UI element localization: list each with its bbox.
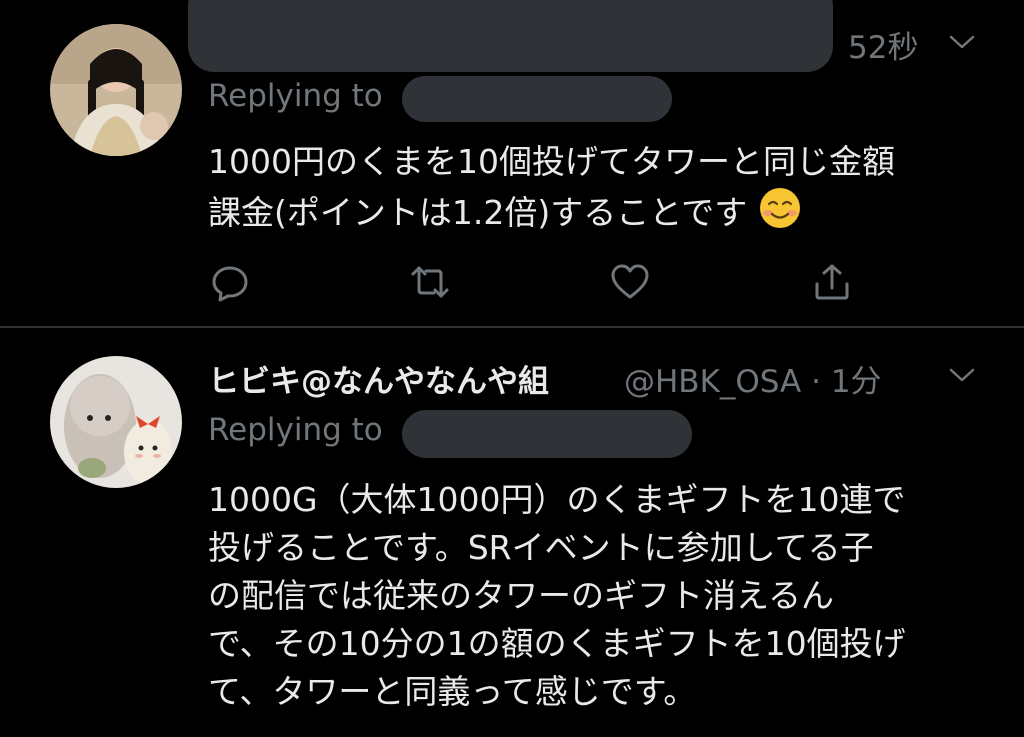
body-line: て、タワーと同義って感じです。	[208, 672, 697, 711]
tweet-reply-2[interactable]: ヒビキ@なんやなんや組 @HBK_OSA · 1分 Replying to 10…	[0, 328, 1024, 737]
body-line: 投げることです。SRイベントに参加してる子	[208, 528, 874, 567]
replying-to-label: Replying to	[208, 78, 383, 114]
avatar[interactable]	[50, 356, 182, 488]
tweet-body: 1000円のくまを10個投げてタワーと同じ金額 課金(ポイントは1.2倍)するこ…	[208, 138, 895, 243]
redacted-username	[188, 0, 833, 72]
reply-icon[interactable]	[210, 262, 250, 302]
smiling-face-icon	[758, 186, 802, 243]
redacted-mention	[402, 410, 692, 458]
chevron-down-icon[interactable]	[945, 32, 979, 52]
replying-to-label: Replying to	[208, 412, 383, 448]
timestamp: 52秒	[848, 30, 919, 66]
share-icon[interactable]	[812, 262, 852, 302]
body-line-text: 課金(ポイントは1.2倍)することです	[208, 193, 748, 232]
like-icon[interactable]	[610, 262, 650, 302]
body-line-2: 課金(ポイントは1.2倍)することです	[208, 186, 895, 243]
body-line: の配信では従来のタワーのギフト消えるん	[208, 576, 835, 615]
body-line: で、その10分の1の額のくまギフトを10個投げ	[208, 624, 906, 663]
display-name[interactable]: ヒビキ@なんやなんや組	[208, 356, 549, 401]
retweet-icon[interactable]	[410, 262, 450, 302]
avatar[interactable]	[50, 24, 182, 156]
redacted-mention	[402, 76, 672, 122]
tweet-body: 1000G（大体1000円）のくまギフトを10連で 投げることです。SRイベント…	[208, 476, 906, 716]
body-line: 1000G（大体1000円）のくまギフトを10連で	[208, 480, 906, 519]
chevron-down-icon[interactable]	[945, 365, 979, 385]
tweet-reply-1[interactable]: 52秒 Replying to 1000円のくまを10個投げてタワーと同じ金額 …	[0, 0, 1024, 328]
body-line: 1000円のくまを10個投げてタワーと同じ金額	[208, 142, 895, 181]
handle-and-time[interactable]: @HBK_OSA · 1分	[624, 356, 882, 401]
